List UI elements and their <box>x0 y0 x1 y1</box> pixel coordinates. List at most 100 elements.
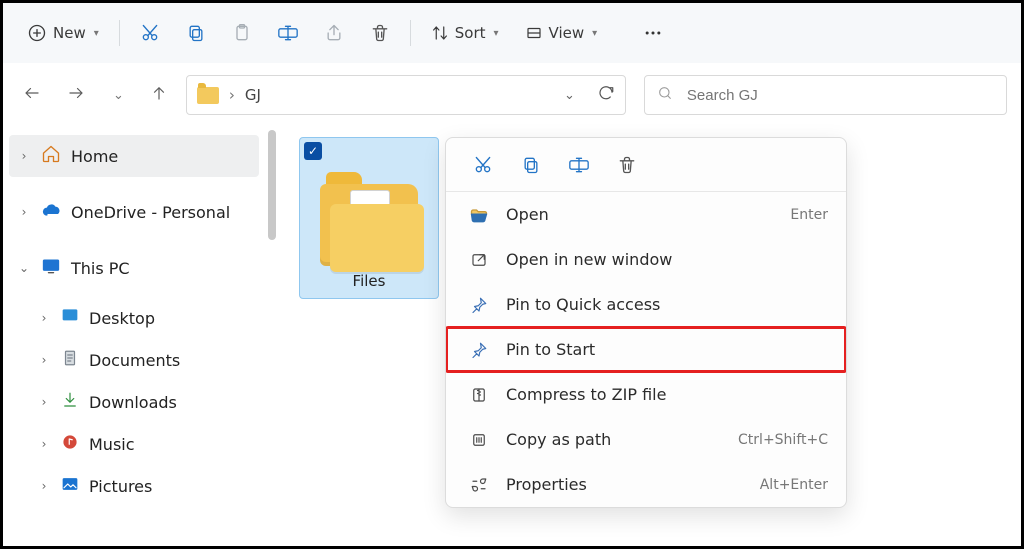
copy-button[interactable] <box>176 13 216 53</box>
sort-button[interactable]: Sort ▾ <box>421 18 509 48</box>
search-input[interactable] <box>685 86 994 105</box>
sidebar-item-label: Documents <box>89 351 180 370</box>
navigation-pane: › Home › OneDrive - Personal ⌄ This PC › <box>3 127 259 546</box>
folder-icon <box>197 87 219 104</box>
chevron-right-icon: › <box>37 479 51 493</box>
chevron-right-icon: › <box>17 149 31 163</box>
chevron-down-icon: ▾ <box>592 28 597 39</box>
breadcrumb-current[interactable]: GJ <box>245 86 261 104</box>
downloads-icon <box>61 391 79 413</box>
sidebar-item-documents[interactable]: › Documents <box>9 339 259 381</box>
menu-item-shortcut: Enter <box>790 207 828 223</box>
sidebar-item-music[interactable]: › Music <box>9 423 259 465</box>
home-icon <box>41 144 61 168</box>
chevron-down-icon: ⌄ <box>17 261 31 275</box>
menu-item-copy-as-path[interactable]: Copy as path Ctrl+Shift+C <box>446 417 846 462</box>
cut-icon[interactable] <box>472 154 494 176</box>
address-bar[interactable]: › GJ ⌄ <box>186 75 626 115</box>
chevron-down-icon: ▾ <box>494 28 499 39</box>
paste-button[interactable] <box>222 13 262 53</box>
recent-locations-button[interactable]: ⌄ <box>113 88 124 103</box>
sidebar-item-downloads[interactable]: › Downloads <box>9 381 259 423</box>
cut-button[interactable] <box>130 13 170 53</box>
menu-item-open[interactable]: Open Enter <box>446 192 846 237</box>
item-view: ✓ X Files <box>285 127 1021 546</box>
pictures-icon <box>61 475 79 497</box>
up-button[interactable] <box>150 84 168 106</box>
documents-icon <box>61 349 79 371</box>
properties-icon <box>468 476 490 494</box>
sidebar-item-pictures[interactable]: › Pictures <box>9 465 259 507</box>
new-window-icon <box>468 251 490 269</box>
sidebar-item-label: Pictures <box>89 477 152 496</box>
delete-button[interactable] <box>360 13 400 53</box>
chevron-right-icon: › <box>37 395 51 409</box>
sidebar-item-home[interactable]: › Home <box>9 135 259 177</box>
sort-button-label: Sort <box>455 24 486 42</box>
menu-item-label: Pin to Quick access <box>506 295 828 314</box>
menu-item-shortcut: Ctrl+Shift+C <box>738 432 828 448</box>
zip-icon <box>468 386 490 404</box>
cloud-icon <box>41 200 61 224</box>
chevron-down-icon: ▾ <box>94 28 99 39</box>
sidebar-item-label: Music <box>89 435 135 454</box>
address-bar-row: ⌄ › GJ ⌄ <box>3 63 1021 127</box>
menu-item-label: Open in new window <box>506 250 828 269</box>
menu-item-label: Open <box>506 205 774 224</box>
folder-tile-label: Files <box>353 272 386 290</box>
breadcrumb-separator: › <box>229 86 235 104</box>
sidebar-item-desktop[interactable]: › Desktop <box>9 297 259 339</box>
menu-item-open-new-window[interactable]: Open in new window <box>446 237 846 282</box>
sidebar-item-onedrive[interactable]: › OneDrive - Personal <box>9 191 259 233</box>
more-button[interactable] <box>633 13 673 53</box>
folder-icon: X <box>320 184 418 266</box>
folder-tile-files[interactable]: ✓ X Files <box>299 137 439 299</box>
delete-icon[interactable] <box>616 154 638 176</box>
search-box[interactable] <box>644 75 1007 115</box>
separator <box>410 20 411 46</box>
menu-item-pin-quick-access[interactable]: Pin to Quick access <box>446 282 846 327</box>
open-icon <box>468 205 490 225</box>
sidebar-item-this-pc[interactable]: ⌄ This PC <box>9 247 259 289</box>
rename-icon[interactable] <box>568 154 590 176</box>
menu-item-properties[interactable]: Properties Alt+Enter <box>446 462 846 507</box>
view-button-label: View <box>549 24 585 42</box>
pin-icon <box>468 341 490 359</box>
menu-item-label: Compress to ZIP file <box>506 385 828 404</box>
refresh-button[interactable] <box>597 84 615 106</box>
sidebar-item-label: This PC <box>71 259 130 278</box>
menu-item-label: Properties <box>506 475 744 494</box>
sidebar-item-label: Home <box>71 147 118 166</box>
rename-button[interactable] <box>268 13 308 53</box>
sidebar-item-label: Desktop <box>89 309 155 328</box>
chevron-right-icon: › <box>37 311 51 325</box>
share-button[interactable] <box>314 13 354 53</box>
menu-item-pin-to-start[interactable]: Pin to Start <box>446 327 846 372</box>
separator <box>119 20 120 46</box>
copy-path-icon <box>468 431 490 449</box>
pin-icon <box>468 296 490 314</box>
context-menu-quick-actions <box>446 138 846 192</box>
explorer-body: › Home › OneDrive - Personal ⌄ This PC › <box>3 127 1021 546</box>
selection-check-icon[interactable]: ✓ <box>304 142 322 160</box>
new-button[interactable]: New ▾ <box>17 17 109 49</box>
command-bar: New ▾ Sort ▾ View ▾ <box>3 3 1021 63</box>
scrollbar-thumb[interactable] <box>268 130 276 240</box>
chevron-right-icon: › <box>37 437 51 451</box>
monitor-icon <box>41 256 61 280</box>
chevron-right-icon: › <box>17 205 31 219</box>
forward-button[interactable] <box>67 84 85 106</box>
chevron-down-icon[interactable]: ⌄ <box>564 88 575 103</box>
view-button[interactable]: View ▾ <box>515 18 608 48</box>
sidebar-item-label: Downloads <box>89 393 177 412</box>
menu-item-compress-zip[interactable]: Compress to ZIP file <box>446 372 846 417</box>
copy-icon[interactable] <box>520 154 542 176</box>
sidebar-scrollbar[interactable] <box>259 127 285 546</box>
menu-item-label: Copy as path <box>506 430 722 449</box>
context-menu: Open Enter Open in new window Pin to Qui… <box>445 137 847 508</box>
music-icon <box>61 433 79 455</box>
search-icon <box>657 85 673 105</box>
chevron-right-icon: › <box>37 353 51 367</box>
desktop-icon <box>61 307 79 329</box>
back-button[interactable] <box>23 84 41 106</box>
